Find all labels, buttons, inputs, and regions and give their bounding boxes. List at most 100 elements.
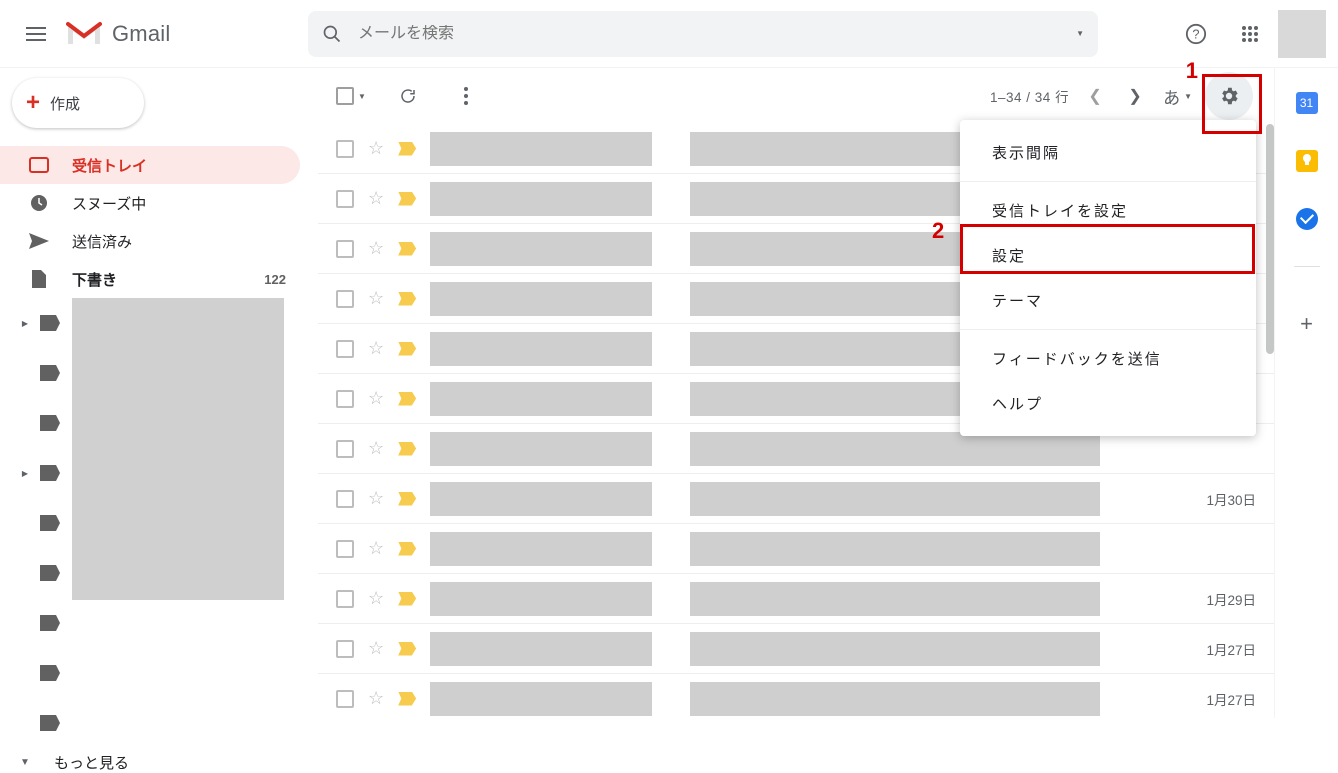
checkbox-icon[interactable]	[336, 640, 354, 658]
help-icon[interactable]: ?	[1172, 10, 1220, 58]
checkbox-icon[interactable]	[336, 540, 354, 558]
important-icon[interactable]	[398, 492, 416, 506]
apps-icon[interactable]	[1226, 10, 1274, 58]
search-options-icon[interactable]: ▼	[1076, 29, 1084, 38]
sidebar-item-snoozed[interactable]: スヌーズ中	[0, 184, 300, 222]
label-item[interactable]: ▶	[10, 456, 60, 490]
sidebar-item-sent[interactable]: 送信済み	[0, 222, 300, 260]
input-tools-label: あ	[1163, 84, 1180, 109]
checkbox-icon[interactable]	[336, 590, 354, 608]
checkbox-icon[interactable]	[336, 440, 354, 458]
input-tools-button[interactable]: あ ▼	[1163, 84, 1192, 109]
label-icon	[40, 615, 60, 631]
star-icon[interactable]: ☆	[368, 388, 384, 409]
sidebar-item-label: 受信トレイ	[72, 155, 147, 176]
toolbar: ▼ 1–34 / 34 行 ❮ ❯ あ ▼	[318, 68, 1274, 124]
sidebar-item-inbox[interactable]: 受信トレイ	[0, 146, 300, 184]
star-icon[interactable]: ☆	[368, 138, 384, 159]
menu-item-density[interactable]: 表示間隔	[960, 130, 1256, 175]
logo[interactable]: Gmail	[66, 20, 302, 48]
tasks-icon[interactable]	[1296, 208, 1318, 230]
app-name: Gmail	[112, 21, 170, 47]
sender-placeholder	[430, 232, 652, 266]
star-icon[interactable]: ☆	[368, 438, 384, 459]
important-icon[interactable]	[398, 142, 416, 156]
more-button[interactable]	[450, 80, 482, 112]
add-addon-button[interactable]: +	[1300, 311, 1313, 337]
keep-icon[interactable]	[1296, 150, 1318, 172]
star-icon[interactable]: ☆	[368, 488, 384, 509]
sidebar-item-label: スヌーズ中	[72, 193, 146, 214]
menu-item-themes[interactable]: テーマ	[960, 278, 1256, 323]
menu-item-configure-inbox[interactable]: 受信トレイを設定	[960, 188, 1256, 233]
sidebar-item-drafts[interactable]: 下書き 122	[0, 260, 300, 298]
select-all[interactable]: ▼	[336, 87, 366, 105]
label-item[interactable]: ▶	[10, 556, 60, 590]
menu-item-help[interactable]: ヘルプ	[960, 381, 1256, 426]
label-item[interactable]: ▶	[10, 306, 60, 340]
star-icon[interactable]: ☆	[368, 338, 384, 359]
next-page-button[interactable]: ❯	[1117, 86, 1153, 106]
sender-placeholder	[430, 682, 652, 716]
important-icon[interactable]	[398, 292, 416, 306]
important-icon[interactable]	[398, 192, 416, 206]
checkbox-icon[interactable]	[336, 390, 354, 408]
sidebar-item-label: 送信済み	[72, 231, 132, 252]
label-item[interactable]: ▶	[10, 656, 60, 690]
gmail-icon	[66, 20, 102, 48]
important-icon[interactable]	[398, 442, 416, 456]
inbox-icon	[28, 157, 50, 173]
checkbox-icon[interactable]	[336, 240, 354, 258]
important-icon[interactable]	[398, 242, 416, 256]
label-item[interactable]: ▶	[10, 406, 60, 440]
checkbox-icon[interactable]	[336, 690, 354, 708]
star-icon[interactable]: ☆	[368, 538, 384, 559]
important-icon[interactable]	[398, 392, 416, 406]
star-icon[interactable]: ☆	[368, 688, 384, 709]
star-icon[interactable]: ☆	[368, 638, 384, 659]
email-row[interactable]: ☆1月29日	[318, 574, 1274, 624]
menu-item-settings[interactable]: 設定	[960, 233, 1256, 278]
star-icon[interactable]: ☆	[368, 288, 384, 309]
search-bar[interactable]: ▼	[308, 11, 1098, 57]
label-item[interactable]: ▶	[10, 356, 60, 390]
avatar[interactable]	[1278, 10, 1326, 58]
checkbox-icon[interactable]	[336, 340, 354, 358]
checkbox-icon[interactable]	[336, 490, 354, 508]
checkbox-icon[interactable]	[336, 190, 354, 208]
star-icon[interactable]: ☆	[368, 588, 384, 609]
important-icon[interactable]	[398, 692, 416, 706]
important-icon[interactable]	[398, 642, 416, 656]
important-icon[interactable]	[398, 542, 416, 556]
sidebar-item-label: 下書き	[72, 269, 117, 290]
calendar-icon[interactable]: 31	[1296, 92, 1318, 114]
email-row[interactable]: ☆1月30日	[318, 474, 1274, 524]
sidebar-item-more[interactable]: ▼ もっと見る	[0, 740, 318, 773]
important-icon[interactable]	[398, 592, 416, 606]
settings-menu: 2 表示間隔 受信トレイを設定 設定 テーマ フィードバックを送信 ヘルプ	[960, 120, 1256, 436]
scrollbar[interactable]	[1266, 124, 1274, 354]
email-row[interactable]: ☆1月27日	[318, 624, 1274, 674]
label-icon	[40, 665, 60, 681]
star-icon[interactable]: ☆	[368, 188, 384, 209]
menu-item-feedback[interactable]: フィードバックを送信	[960, 336, 1256, 381]
email-row[interactable]: ☆1月27日	[318, 674, 1274, 718]
chevron-down-icon: ▼	[358, 92, 366, 101]
refresh-button[interactable]	[392, 80, 424, 112]
label-item[interactable]: ▶	[10, 706, 60, 740]
checkbox-icon[interactable]	[336, 140, 354, 158]
email-row[interactable]: ☆	[318, 524, 1274, 574]
important-icon[interactable]	[398, 342, 416, 356]
annotation-number-2: 2	[932, 218, 944, 244]
file-icon	[28, 269, 50, 289]
label-item[interactable]: ▶	[10, 506, 60, 540]
compose-button[interactable]: + 作成	[12, 78, 144, 128]
label-icon	[40, 365, 60, 381]
star-icon[interactable]: ☆	[368, 238, 384, 259]
search-input[interactable]	[358, 25, 1060, 43]
settings-button[interactable]	[1202, 69, 1256, 123]
menu-icon[interactable]	[12, 10, 60, 58]
checkbox-icon[interactable]	[336, 290, 354, 308]
label-item[interactable]: ▶	[10, 606, 60, 640]
prev-page-button[interactable]: ❮	[1077, 86, 1113, 106]
